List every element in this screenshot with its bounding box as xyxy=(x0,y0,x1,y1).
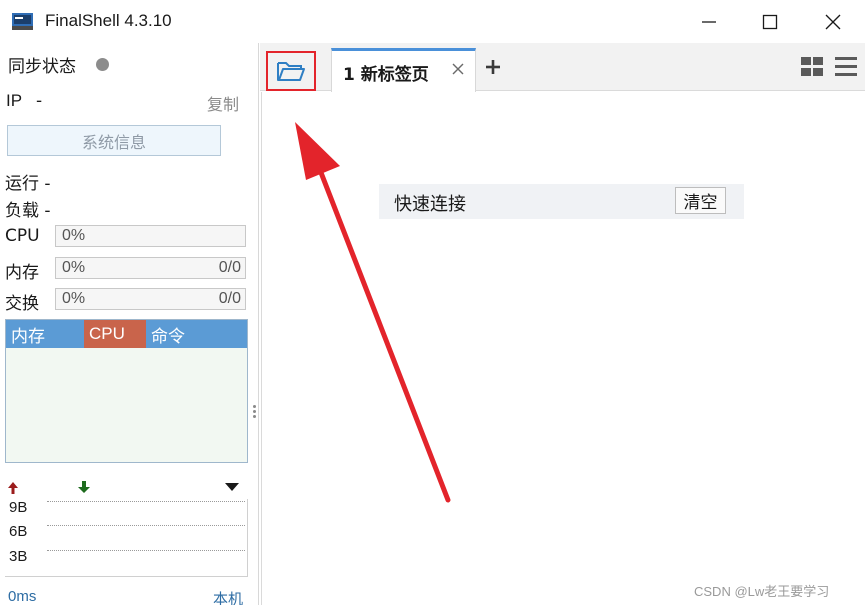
sync-status-indicator xyxy=(96,58,109,71)
memory-ratio: 0/0 xyxy=(218,259,241,276)
net-grid-line xyxy=(47,550,245,551)
minimize-icon xyxy=(702,21,716,23)
close-window-button[interactable] xyxy=(818,8,848,36)
net-scale-label: 3B xyxy=(9,548,28,565)
column-cpu[interactable]: CPU xyxy=(84,320,146,348)
net-scale-label: 9B xyxy=(9,499,28,516)
folder-open-icon xyxy=(277,62,305,81)
memory-label: 内存 xyxy=(5,263,39,283)
annotation-arrow xyxy=(295,122,451,503)
swap-ratio: 0/0 xyxy=(218,290,241,307)
network-monitor: 9B 6B 3B xyxy=(5,475,248,577)
network-dropdown-icon[interactable] xyxy=(224,482,240,492)
swap-percent: 0% xyxy=(62,290,86,307)
window-title: FinalShell 4.3.10 xyxy=(45,11,172,30)
watermark: CSDN @Lw老王要学习 xyxy=(694,584,830,599)
swap-label: 交换 xyxy=(5,294,39,314)
column-memory[interactable]: 内存 xyxy=(6,320,84,348)
memory-usage-bar: 0% 0/0 xyxy=(55,257,246,279)
ip-label: IP xyxy=(6,91,23,110)
close-tab-icon[interactable] xyxy=(452,63,464,75)
minimize-button[interactable] xyxy=(694,8,724,36)
arrow-down-icon xyxy=(78,481,90,493)
grid-view-icon[interactable] xyxy=(801,57,823,76)
load-label: 负载 - xyxy=(5,201,51,221)
tab-label: 1 新标签页 xyxy=(343,65,429,85)
ip-value: - xyxy=(36,91,43,111)
network-graph: 9B 6B 3B xyxy=(5,499,248,577)
process-table-header: 内存 CPU 命令 xyxy=(6,320,247,348)
memory-percent: 0% xyxy=(62,259,86,276)
add-tab-icon[interactable] xyxy=(485,59,501,75)
system-info-button[interactable]: 系统信息 xyxy=(7,125,221,156)
cpu-percent: 0% xyxy=(62,227,86,244)
latency-value: 0ms xyxy=(8,588,37,605)
tab-new-tab[interactable]: 1 新标签页 xyxy=(331,48,476,92)
net-scale-label: 6B xyxy=(9,523,28,540)
cpu-label: CPU xyxy=(5,226,40,246)
maximize-icon xyxy=(762,14,778,30)
net-grid-line xyxy=(47,525,245,526)
net-grid-line xyxy=(47,501,245,502)
server-status-panel: 同步状态 IP - 复制 系统信息 运行 - 负载 - CPU 0% 内存 0%… xyxy=(0,43,259,605)
arrow-up-icon xyxy=(8,482,18,494)
local-host-link[interactable]: 本机 xyxy=(213,588,243,605)
copy-ip-button[interactable]: 复制 xyxy=(207,91,239,115)
swap-usage-bar: 0% 0/0 xyxy=(55,288,246,310)
terminal-monitor-icon xyxy=(12,13,33,30)
menu-icon[interactable] xyxy=(835,56,857,76)
open-connection-manager-button[interactable] xyxy=(266,51,316,91)
panel-splitter-handle[interactable] xyxy=(253,405,257,423)
clear-button[interactable]: 清空 xyxy=(675,187,726,214)
column-command[interactable]: 命令 xyxy=(146,320,247,348)
close-icon xyxy=(825,14,841,30)
cpu-usage-bar: 0% xyxy=(55,225,246,247)
maximize-button[interactable] xyxy=(755,8,785,36)
title-bar: FinalShell 4.3.10 xyxy=(0,0,865,43)
process-table[interactable]: 内存 CPU 命令 xyxy=(5,319,248,463)
uptime-label: 运行 - xyxy=(5,174,51,194)
sync-status-label: 同步状态 xyxy=(8,57,76,77)
